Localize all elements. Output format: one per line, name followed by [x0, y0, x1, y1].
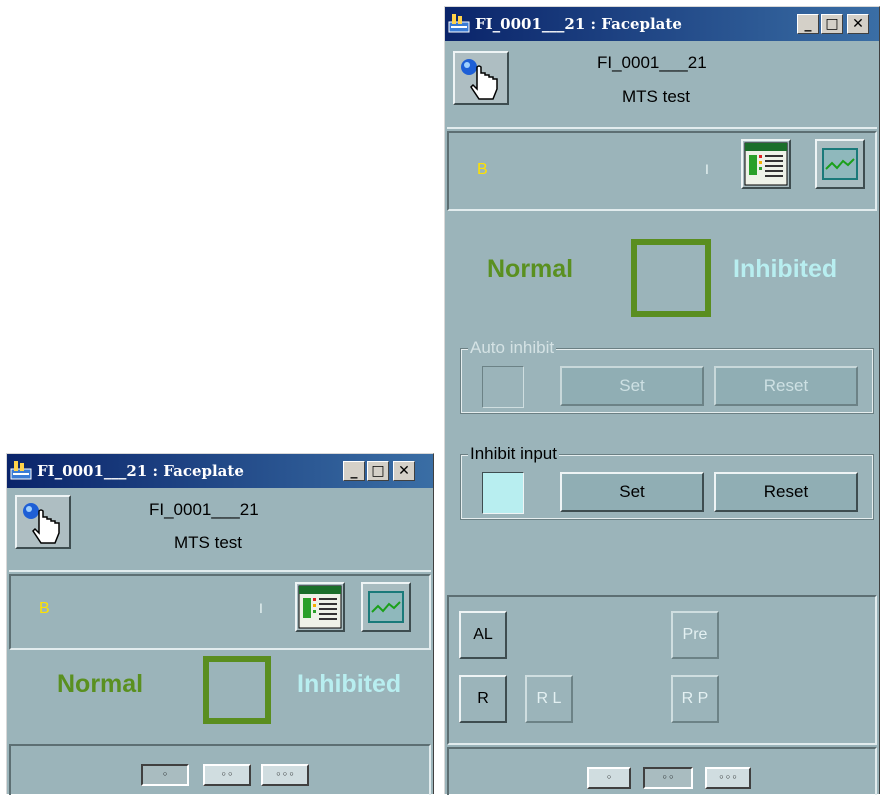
- inhibit-status-box: [631, 239, 711, 317]
- view-3-button[interactable]: ◦◦◦: [705, 767, 751, 789]
- tag-name: FI_0001___21: [149, 500, 259, 519]
- r-button[interactable]: R: [459, 675, 507, 723]
- minimize-button[interactable]: _: [797, 14, 819, 34]
- maximize-button[interactable]: □: [821, 14, 843, 34]
- trend-button[interactable]: [361, 582, 411, 632]
- title-bar[interactable]: FI_0001___21 : Faceplate _ □ ✕: [7, 454, 433, 488]
- view-3-button[interactable]: ◦◦◦: [261, 764, 309, 786]
- auto-inhibit-indicator: [482, 366, 524, 408]
- trend-icon: [368, 591, 404, 623]
- alarm-list-icon: [744, 142, 788, 186]
- view-2-button[interactable]: ◦◦: [203, 764, 251, 786]
- tag-name: FI_0001___21: [597, 53, 707, 72]
- alarm-list-icon: [298, 585, 342, 629]
- close-button[interactable]: ✕: [847, 14, 869, 34]
- inhibit-input-set-button[interactable]: Set: [560, 472, 704, 512]
- indicator-letter: B: [39, 600, 50, 617]
- inhibit-input-group: Inhibit input Set Reset: [460, 444, 874, 520]
- state-inhibited-label: Inhibited: [733, 255, 838, 283]
- faceplate-app-icon: [10, 461, 32, 480]
- auto-inhibit-set-button[interactable]: Set: [560, 366, 704, 406]
- pointing-hand-icon: [461, 59, 498, 100]
- close-button[interactable]: ✕: [393, 461, 415, 481]
- maximize-button[interactable]: □: [367, 461, 389, 481]
- indicator-panel: B I: [447, 131, 877, 211]
- command-panel: AL Pre R R L R P: [447, 595, 877, 745]
- header-panel: FI_0001___21 MTS test: [9, 490, 431, 572]
- view-1-button[interactable]: ◦: [141, 764, 189, 786]
- minimize-button[interactable]: _: [343, 461, 365, 481]
- alarm-list-button[interactable]: [295, 582, 345, 632]
- inhibit-status-box: [203, 656, 271, 724]
- view-2-button[interactable]: ◦◦: [643, 767, 693, 789]
- inhibit-input-checkbox[interactable]: [482, 472, 524, 514]
- view-1-button[interactable]: ◦: [587, 767, 631, 789]
- state-normal-label: Normal: [487, 255, 574, 283]
- indicator-letter: B: [477, 161, 488, 178]
- faceplate-app-icon: [448, 14, 470, 33]
- tag-description: MTS test: [174, 533, 243, 552]
- tag-description: MTS test: [622, 87, 691, 106]
- view-selector-panel: ◦ ◦◦ ◦◦◦: [9, 744, 431, 795]
- alarm-list-button[interactable]: [741, 139, 791, 189]
- trend-button[interactable]: [815, 139, 865, 189]
- view-selector-panel: ◦ ◦◦ ◦◦◦: [447, 747, 877, 795]
- faceplate-window-small: FI_0001___21 : Faceplate _ □ ✕ FI_0001__…: [6, 453, 434, 795]
- indicator-tick: I: [705, 161, 709, 177]
- faceplate-window-large: FI_0001___21 : Faceplate _ □ ✕ FI_0001__…: [444, 6, 880, 795]
- preset-button[interactable]: Pre: [671, 611, 719, 659]
- indicator-panel: B I: [9, 574, 431, 650]
- rl-button[interactable]: R L: [525, 675, 573, 723]
- window-title: FI_0001___21 : Faceplate: [37, 462, 244, 480]
- trend-icon: [822, 148, 858, 180]
- rp-button[interactable]: R P: [671, 675, 719, 723]
- inhibit-input-label: Inhibit input: [468, 444, 559, 464]
- inhibit-input-reset-button[interactable]: Reset: [714, 472, 858, 512]
- select-object-button[interactable]: [15, 495, 71, 549]
- alarm-acknowledge-button[interactable]: AL: [459, 611, 507, 659]
- auto-inhibit-label: Auto inhibit: [468, 338, 557, 358]
- state-inhibited-label: Inhibited: [297, 670, 402, 698]
- auto-inhibit-reset-button[interactable]: Reset: [714, 366, 858, 406]
- pointing-hand-icon: [23, 503, 60, 544]
- window-title: FI_0001___21 : Faceplate: [475, 15, 682, 33]
- title-bar[interactable]: FI_0001___21 : Faceplate _ □ ✕: [445, 7, 879, 41]
- indicator-tick: I: [259, 600, 263, 616]
- state-normal-label: Normal: [57, 670, 144, 698]
- header-panel: FI_0001___21 MTS test: [447, 43, 877, 129]
- auto-inhibit-group: Auto inhibit Set Reset: [460, 338, 874, 414]
- select-object-button[interactable]: [453, 51, 509, 105]
